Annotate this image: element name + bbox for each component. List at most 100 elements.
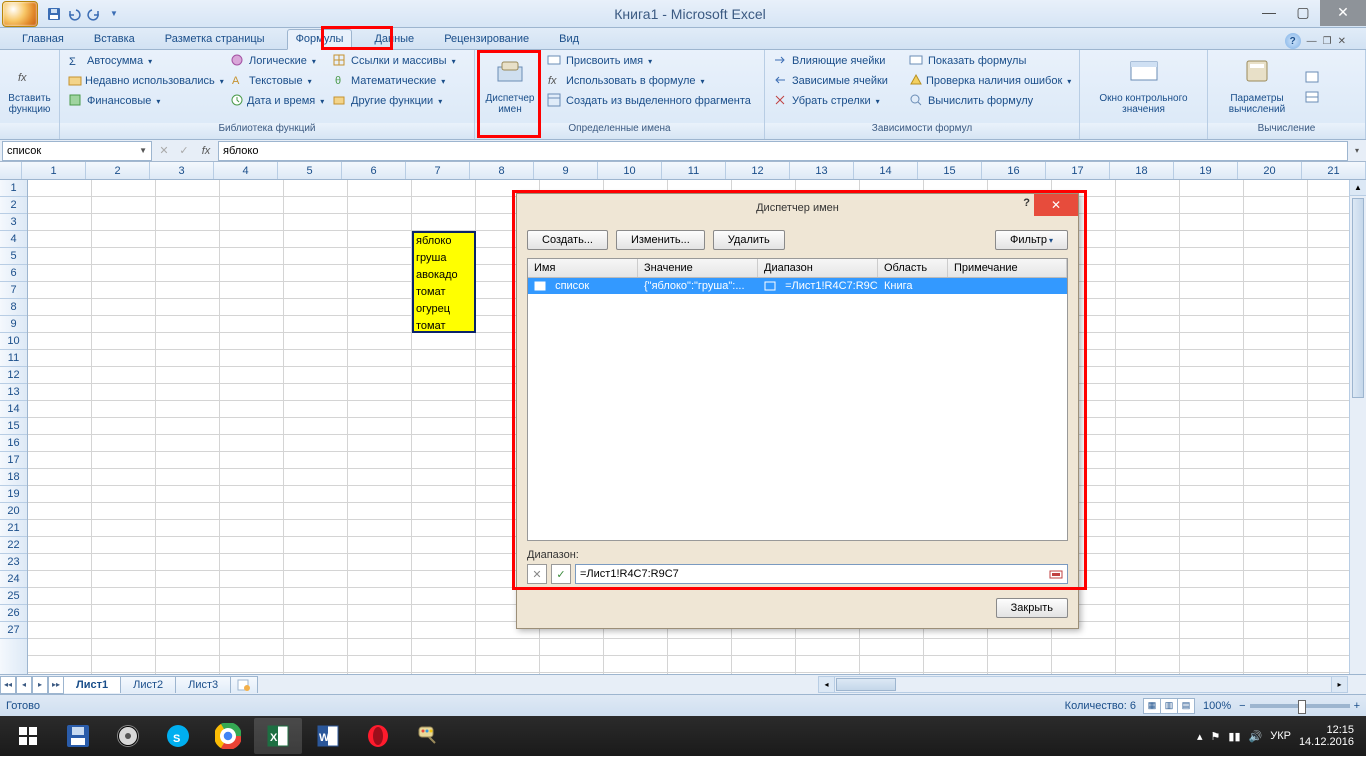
normal-view-icon[interactable]: ▦ <box>1143 698 1161 714</box>
row-header[interactable]: 21 <box>0 520 27 537</box>
start-button[interactable] <box>4 718 52 754</box>
collapse-dialog-icon[interactable] <box>1049 567 1063 581</box>
taskbar-skype-icon[interactable]: S <box>154 718 202 754</box>
logical-button[interactable]: Логические <box>226 52 326 70</box>
mdi-close-icon[interactable]: ✕ <box>1338 36 1346 47</box>
tab-home[interactable]: Главная <box>14 30 72 49</box>
dialog-edit-button[interactable]: Изменить... <box>616 230 705 250</box>
row-header[interactable]: 12 <box>0 367 27 384</box>
col-header[interactable]: 14 <box>854 162 918 179</box>
sheet-nav[interactable]: ◂◂◂▸▸▸ <box>0 676 64 694</box>
col-header[interactable]: 3 <box>150 162 214 179</box>
col-header[interactable]: 5 <box>278 162 342 179</box>
taskbar-save-icon[interactable] <box>54 718 102 754</box>
row-header[interactable]: 24 <box>0 571 27 588</box>
row-header[interactable]: 7 <box>0 282 27 299</box>
taskbar-opera-icon[interactable] <box>354 718 402 754</box>
col-header[interactable]: 8 <box>470 162 534 179</box>
col-header[interactable]: 11 <box>662 162 726 179</box>
col-header[interactable]: 12 <box>726 162 790 179</box>
fx-icon[interactable]: fx <box>194 145 218 157</box>
zoom-in-icon[interactable]: + <box>1354 700 1360 712</box>
row-header[interactable]: 10 <box>0 333 27 350</box>
zoom-out-icon[interactable]: − <box>1239 700 1245 712</box>
show-formulas-button[interactable]: Показать формулы <box>905 52 1075 70</box>
minimize-button[interactable]: — <box>1252 1 1286 23</box>
dialog-close-footer-button[interactable]: Закрыть <box>996 598 1068 618</box>
row-header[interactable]: 15 <box>0 418 27 435</box>
sheet-tab-2[interactable]: Лист2 <box>120 676 176 693</box>
mdi-minimize-icon[interactable]: — <box>1307 36 1317 47</box>
row-header[interactable]: 23 <box>0 554 27 571</box>
col-header[interactable]: 21 <box>1302 162 1366 179</box>
lookup-button[interactable]: Ссылки и массивы <box>328 52 468 70</box>
new-sheet-button[interactable] <box>230 676 258 693</box>
create-from-selection-button[interactable]: Создать из выделенного фрагмента <box>543 92 758 110</box>
vertical-scrollbar[interactable]: ▲ <box>1349 180 1366 674</box>
evaluate-formula-button[interactable]: Вычислить формулу <box>905 92 1075 110</box>
text-button[interactable]: AТекстовые <box>226 72 326 90</box>
sheet-tab-1[interactable]: Лист1 <box>63 676 121 693</box>
error-checking-button[interactable]: Проверка наличия ошибок <box>905 72 1075 90</box>
dialog-help-icon[interactable]: ? <box>1023 197 1030 209</box>
office-button[interactable] <box>2 1 38 27</box>
tray-clock[interactable]: 12:1514.12.2016 <box>1299 724 1354 748</box>
tray-network-icon[interactable]: ▮▮ <box>1228 730 1240 743</box>
row-header[interactable]: 13 <box>0 384 27 401</box>
undo-icon[interactable] <box>66 6 82 22</box>
row-header[interactable]: 18 <box>0 469 27 486</box>
col-header[interactable]: 20 <box>1238 162 1302 179</box>
maximize-button[interactable]: ▢ <box>1286 1 1320 23</box>
col-header[interactable]: 4 <box>214 162 278 179</box>
tab-insert[interactable]: Вставка <box>86 30 143 49</box>
row-header[interactable]: 17 <box>0 452 27 469</box>
financial-button[interactable]: Финансовые <box>64 92 224 110</box>
col-header[interactable]: 17 <box>1046 162 1110 179</box>
col-header[interactable]: 6 <box>342 162 406 179</box>
row-header[interactable]: 19 <box>0 486 27 503</box>
row-header[interactable]: 2 <box>0 197 27 214</box>
name-box[interactable]: список▼ <box>2 141 152 161</box>
dialog-new-button[interactable]: Создать... <box>527 230 608 250</box>
tab-page-layout[interactable]: Разметка страницы <box>157 30 273 49</box>
row-header[interactable]: 5 <box>0 248 27 265</box>
autosum-button[interactable]: ΣАвтосумма <box>64 52 224 70</box>
enter-icon[interactable]: ✓ <box>174 144 194 157</box>
math-button[interactable]: θМатематические <box>328 72 468 90</box>
row-header[interactable]: 27 <box>0 622 27 639</box>
taskbar-chrome-icon[interactable] <box>204 718 252 754</box>
row-header[interactable]: 9 <box>0 316 27 333</box>
row-header[interactable]: 14 <box>0 401 27 418</box>
system-tray[interactable]: ▴ ⚑ ▮▮ 🔊 УКР 12:1514.12.2016 <box>1197 724 1362 748</box>
tray-up-icon[interactable]: ▴ <box>1197 730 1203 743</box>
use-in-formula-button[interactable]: fxИспользовать в формуле <box>543 72 758 90</box>
save-icon[interactable] <box>46 6 62 22</box>
qat-dropdown-icon[interactable]: ▼ <box>106 6 122 22</box>
dialog-names-list[interactable]: Имя Значение Диапазон Область Примечание… <box>527 258 1068 541</box>
row-header[interactable]: 1 <box>0 180 27 197</box>
row-header[interactable]: 16 <box>0 435 27 452</box>
page-break-view-icon[interactable]: ▤ <box>1177 698 1195 714</box>
col-header[interactable]: 9 <box>534 162 598 179</box>
row-header[interactable]: 26 <box>0 605 27 622</box>
zoom-level[interactable]: 100% <box>1203 700 1231 712</box>
col-header[interactable]: 15 <box>918 162 982 179</box>
taskbar-excel-icon[interactable]: X <box>254 718 302 754</box>
row-header[interactable]: 3 <box>0 214 27 231</box>
recent-button[interactable]: Недавно использовались <box>64 72 224 90</box>
col-header[interactable]: 2 <box>86 162 150 179</box>
help-icon[interactable]: ? <box>1285 33 1301 49</box>
row-header[interactable]: 22 <box>0 537 27 554</box>
col-header[interactable]: 19 <box>1174 162 1238 179</box>
close-button[interactable]: ✕ <box>1320 0 1366 26</box>
row-header[interactable]: 8 <box>0 299 27 316</box>
name-manager-button[interactable]: Диспетчер имен <box>479 52 541 121</box>
tray-volume-icon[interactable]: 🔊 <box>1249 730 1263 743</box>
row-header[interactable]: 6 <box>0 265 27 282</box>
range-input[interactable]: =Лист1!R4C7:R9C7 <box>575 564 1068 584</box>
range-cancel-icon[interactable]: ✕ <box>527 564 547 584</box>
taskbar-disc-icon[interactable] <box>104 718 152 754</box>
insert-function-button[interactable]: fx Вставить функцию <box>4 52 55 121</box>
define-name-button[interactable]: Присвоить имя <box>543 52 758 70</box>
cancel-icon[interactable]: ✕ <box>154 144 174 157</box>
